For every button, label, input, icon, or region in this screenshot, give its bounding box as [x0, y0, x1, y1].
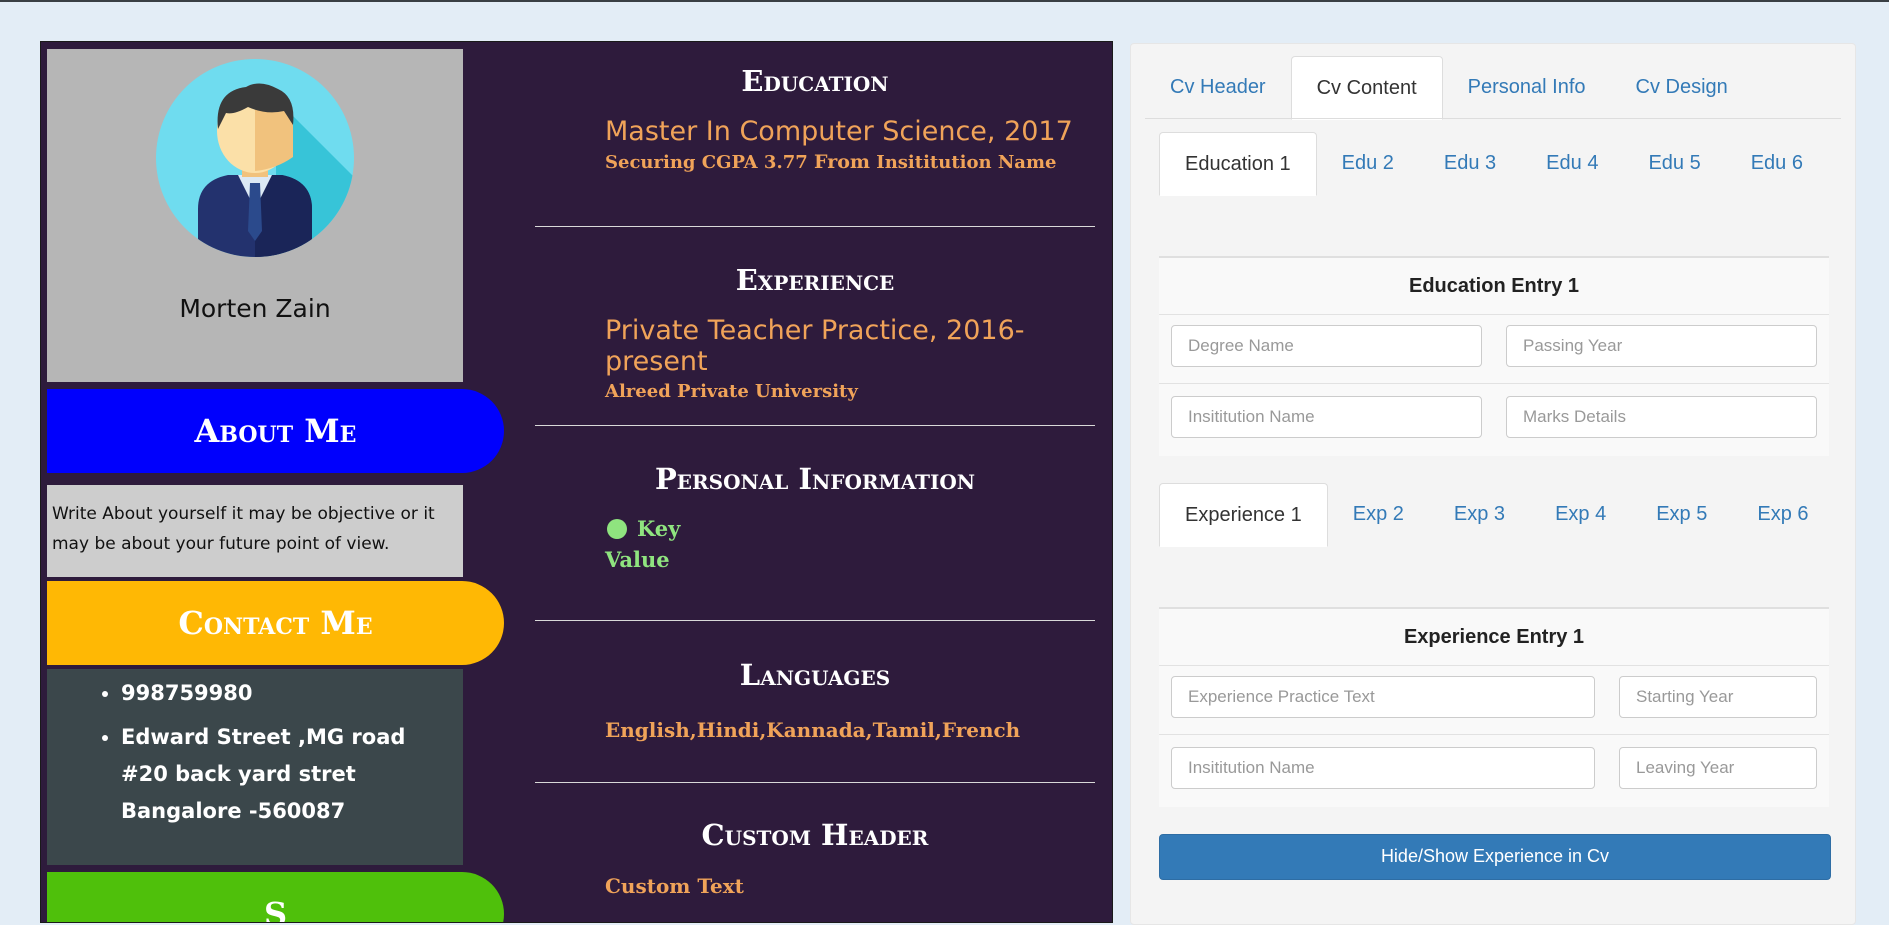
education-tabs: Education 1 Edu 2 Edu 3 Edu 4 Edu 5 Edu … — [1159, 132, 1839, 196]
bullet-dot-icon — [607, 519, 627, 539]
contact-phone: 998759980 — [121, 675, 447, 712]
custom-title: Custom Header — [701, 818, 929, 852]
tab-edu-3[interactable]: Edu 3 — [1419, 132, 1521, 194]
custom-text: Custom Text — [605, 874, 744, 898]
experience-institution-input[interactable] — [1171, 747, 1595, 789]
tab-experience-1[interactable]: Experience 1 — [1159, 483, 1328, 547]
tab-edu-2[interactable]: Edu 2 — [1317, 132, 1419, 194]
next-section-heading: S — [47, 872, 504, 922]
degree-name-input[interactable] — [1171, 325, 1482, 367]
personal-info-title: Personal Information — [654, 462, 976, 496]
experience-entry-box: Experience Entry 1 — [1159, 607, 1829, 807]
tab-edu-6[interactable]: Edu 6 — [1726, 132, 1828, 194]
cv-preview: Morten Zain About Me Write About yoursel… — [40, 41, 1113, 923]
education-entry-box: Education Entry 1 — [1159, 256, 1829, 456]
about-me-heading: About Me — [47, 389, 504, 473]
editor-panel: Cv Header Cv Content Personal Info Cv De… — [1130, 43, 1856, 925]
tab-cv-content[interactable]: Cv Content — [1290, 56, 1443, 120]
education-institution-input[interactable] — [1171, 396, 1482, 438]
tabs-divider — [1145, 118, 1841, 119]
top-border — [0, 0, 1889, 2]
education-section: Education Master In Computer Science, 20… — [535, 64, 1095, 173]
experience-tabs: Experience 1 Exp 2 Exp 3 Exp 4 Exp 5 Exp… — [1159, 483, 1839, 547]
row-divider — [1159, 734, 1829, 735]
personal-value: Value — [605, 547, 670, 572]
education-details: Securing CGPA 3.77 From Insititution Nam… — [605, 151, 1057, 173]
tab-exp-6[interactable]: Exp 6 — [1732, 483, 1833, 545]
contact-list-box: 998759980 Edward Street ,MG road #20 bac… — [47, 669, 463, 865]
experience-title: Experience — [735, 263, 895, 297]
profile-box: Morten Zain — [47, 49, 463, 382]
contact-me-heading: Contact Me — [47, 581, 504, 665]
row-divider — [1159, 383, 1829, 384]
languages-title: Languages — [739, 658, 891, 692]
education-degree: Master In Computer Science, 2017 — [605, 116, 1073, 147]
about-me-text: Write About yourself it may be objective… — [47, 485, 463, 577]
experience-section: Experience Private Teacher Practice, 201… — [535, 263, 1095, 402]
contact-address: Edward Street ,MG road #20 back yard str… — [121, 719, 447, 830]
marks-details-input[interactable] — [1506, 396, 1817, 438]
tab-edu-5[interactable]: Edu 5 — [1623, 132, 1725, 194]
person-avatar-icon — [156, 59, 354, 257]
tab-cv-design[interactable]: Cv Design — [1611, 56, 1753, 118]
section-divider — [535, 425, 1095, 426]
tab-exp-5[interactable]: Exp 5 — [1631, 483, 1732, 545]
personal-info-section: Personal Information Key Value — [535, 462, 1095, 572]
experience-role: Private Teacher Practice, 2016- present — [605, 315, 1025, 377]
experience-institution: Alreed Private University — [605, 381, 858, 402]
tab-exp-4[interactable]: Exp 4 — [1530, 483, 1631, 545]
tab-edu-4[interactable]: Edu 4 — [1521, 132, 1623, 194]
tab-personal-info[interactable]: Personal Info — [1443, 56, 1611, 118]
toggle-experience-button[interactable]: Hide/Show Experience in Cv — [1159, 834, 1831, 880]
passing-year-input[interactable] — [1506, 325, 1817, 367]
cv-name: Morten Zain — [179, 294, 331, 323]
tab-education-1[interactable]: Education 1 — [1159, 132, 1317, 196]
leaving-year-input[interactable] — [1619, 747, 1817, 789]
section-divider — [535, 782, 1095, 783]
experience-entry-title: Experience Entry 1 — [1159, 609, 1829, 666]
contact-list: 998759980 Edward Street ,MG road #20 bac… — [47, 675, 447, 830]
tab-exp-3[interactable]: Exp 3 — [1429, 483, 1530, 545]
section-divider — [535, 226, 1095, 227]
personal-key: Key — [601, 516, 1095, 541]
custom-section: Custom Header Custom Text — [535, 818, 1095, 898]
languages-text: English,Hindi,Kannada,Tamil,French — [605, 718, 1021, 742]
section-divider — [535, 620, 1095, 621]
education-title: Education — [741, 64, 889, 98]
tab-exp-2[interactable]: Exp 2 — [1328, 483, 1429, 545]
experience-practice-input[interactable] — [1171, 676, 1595, 718]
languages-section: Languages English,Hindi,Kannada,Tamil,Fr… — [535, 658, 1095, 742]
starting-year-input[interactable] — [1619, 676, 1817, 718]
main-tabs: Cv Header Cv Content Personal Info Cv De… — [1145, 56, 1753, 120]
education-entry-title: Education Entry 1 — [1159, 258, 1829, 315]
tab-cv-header[interactable]: Cv Header — [1145, 56, 1291, 118]
